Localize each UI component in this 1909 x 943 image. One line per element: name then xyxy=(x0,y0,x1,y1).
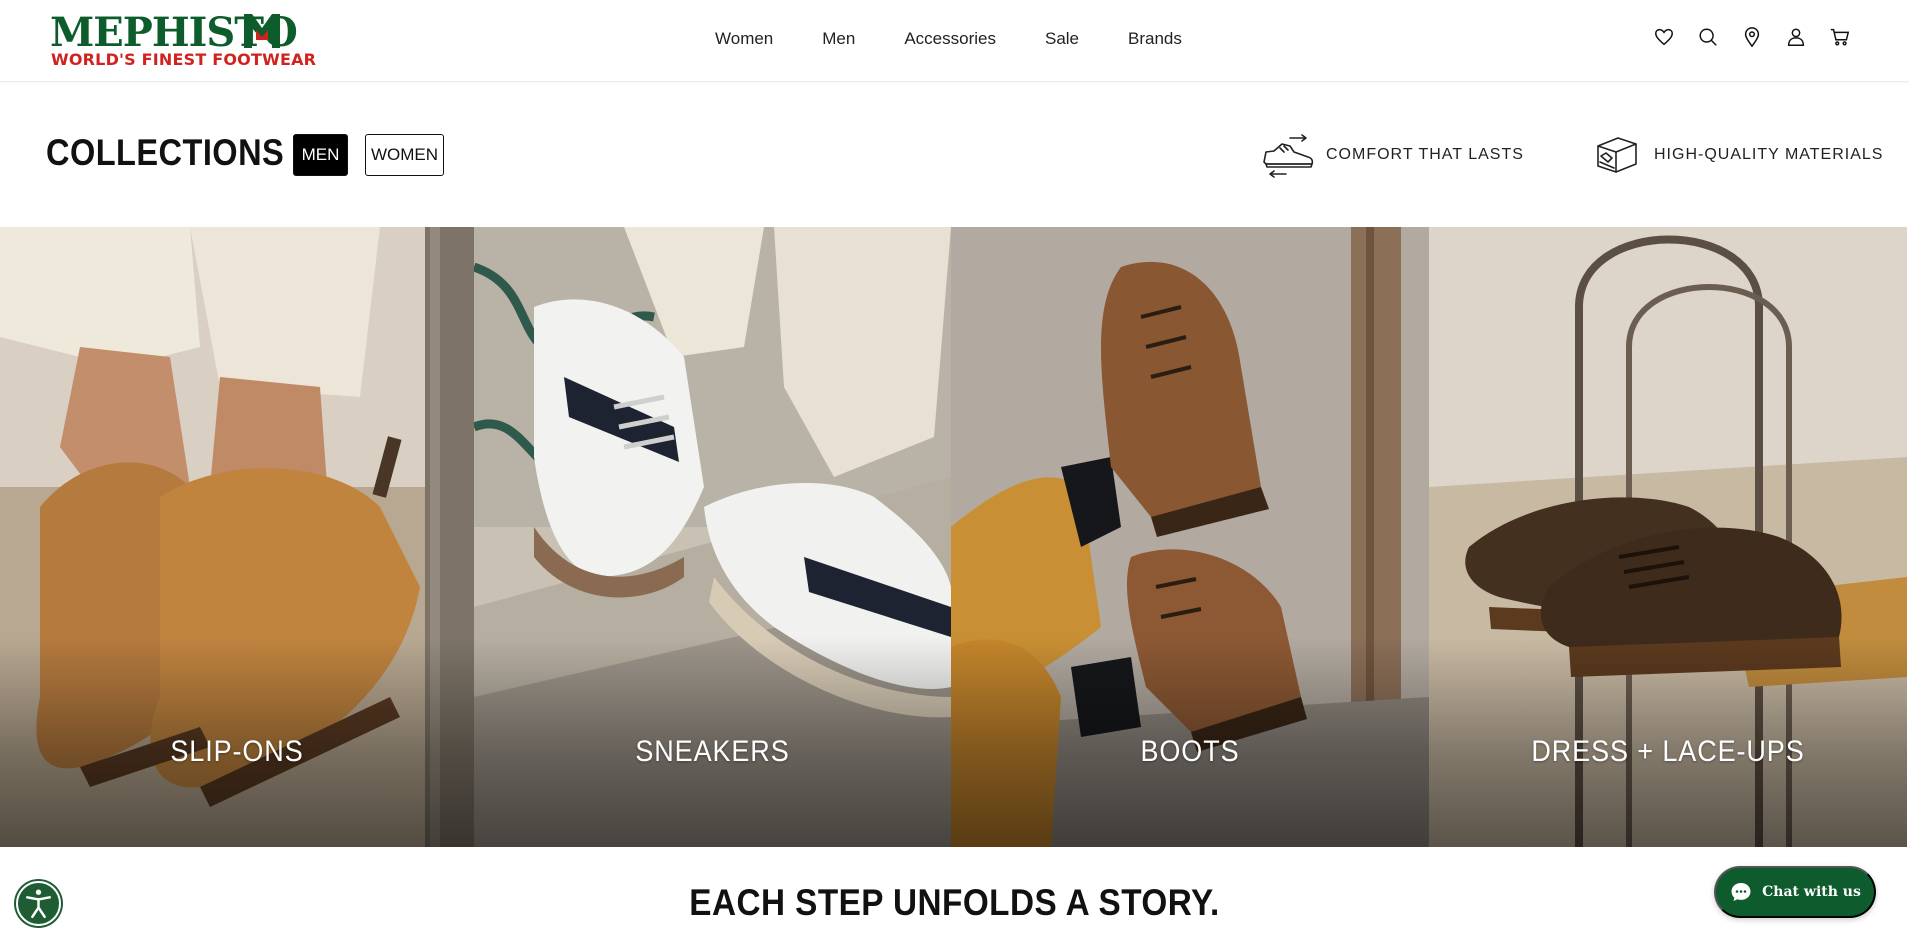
feature-quality-label: HIGH-QUALITY MATERIALS xyxy=(1654,146,1884,163)
filter-men-button[interactable]: MEN xyxy=(293,134,348,176)
tile-label-dress-lace-ups: DRESS + LACE-UPS xyxy=(1531,735,1805,768)
nav-item-women[interactable]: Women xyxy=(715,29,773,49)
main-nav: Women Men Accessories Sale Brands xyxy=(715,0,1182,78)
nav-item-accessories[interactable]: Accessories xyxy=(904,29,996,49)
tile-dress-lace-ups[interactable]: DRESS + LACE-UPS xyxy=(1429,227,1907,847)
tile-label-slip-ons: SLIP-ONS xyxy=(170,735,304,768)
feature-quality: HIGH-QUALITY MATERIALS xyxy=(1588,126,1883,184)
tile-label-boots: BOOTS xyxy=(1140,735,1240,768)
tile-label-sneakers: SNEAKERS xyxy=(635,735,790,768)
nav-item-brands[interactable]: Brands xyxy=(1128,29,1182,49)
collection-tiles: SLIP-ONS SNEAKERS BOOTS DRESS + LACE-UPS xyxy=(0,227,1907,847)
brand-tagline: WORLD'S FINEST FOOTWEAR xyxy=(51,50,317,69)
shoe-comfort-icon xyxy=(1263,134,1314,178)
feature-comfort-label: COMFORT THAT LASTS xyxy=(1326,146,1524,163)
tile-sneakers[interactable]: SNEAKERS xyxy=(474,227,951,847)
account-icon[interactable] xyxy=(1785,26,1807,48)
tile-boots[interactable]: BOOTS xyxy=(951,227,1429,847)
filter-women-button[interactable]: WOMEN xyxy=(365,134,444,176)
accessibility-icon xyxy=(25,889,52,919)
cart-icon[interactable] xyxy=(1829,26,1851,48)
feature-comfort: COMFORT THAT LASTS xyxy=(1260,126,1524,184)
search-icon[interactable] xyxy=(1697,26,1719,48)
shoe-materials-icon xyxy=(1597,137,1637,173)
chat-button[interactable]: Chat with us xyxy=(1714,866,1876,918)
brand-logo[interactable]: MEPHISTO WORLD'S FINEST FOOTWEAR xyxy=(50,10,316,70)
tile-slip-ons[interactable]: SLIP-ONS xyxy=(0,227,474,847)
accessibility-button[interactable] xyxy=(16,881,61,926)
collections-title: COLLECTIONS xyxy=(46,132,285,173)
location-pin-icon[interactable] xyxy=(1741,26,1763,48)
heart-icon[interactable] xyxy=(1653,26,1675,48)
story-heading: EACH STEP UNFOLDS A STORY. xyxy=(689,882,1220,923)
chat-bubble-icon xyxy=(1731,883,1751,901)
site-header: MEPHISTO WORLD'S FINEST FOOTWEAR Women M… xyxy=(0,0,1909,82)
brand-m-mark-icon xyxy=(244,14,280,48)
chat-label: Chat with us xyxy=(1762,884,1861,900)
nav-item-men[interactable]: Men xyxy=(822,29,855,49)
header-icons xyxy=(1653,26,1851,48)
nav-item-sale[interactable]: Sale xyxy=(1045,29,1079,49)
